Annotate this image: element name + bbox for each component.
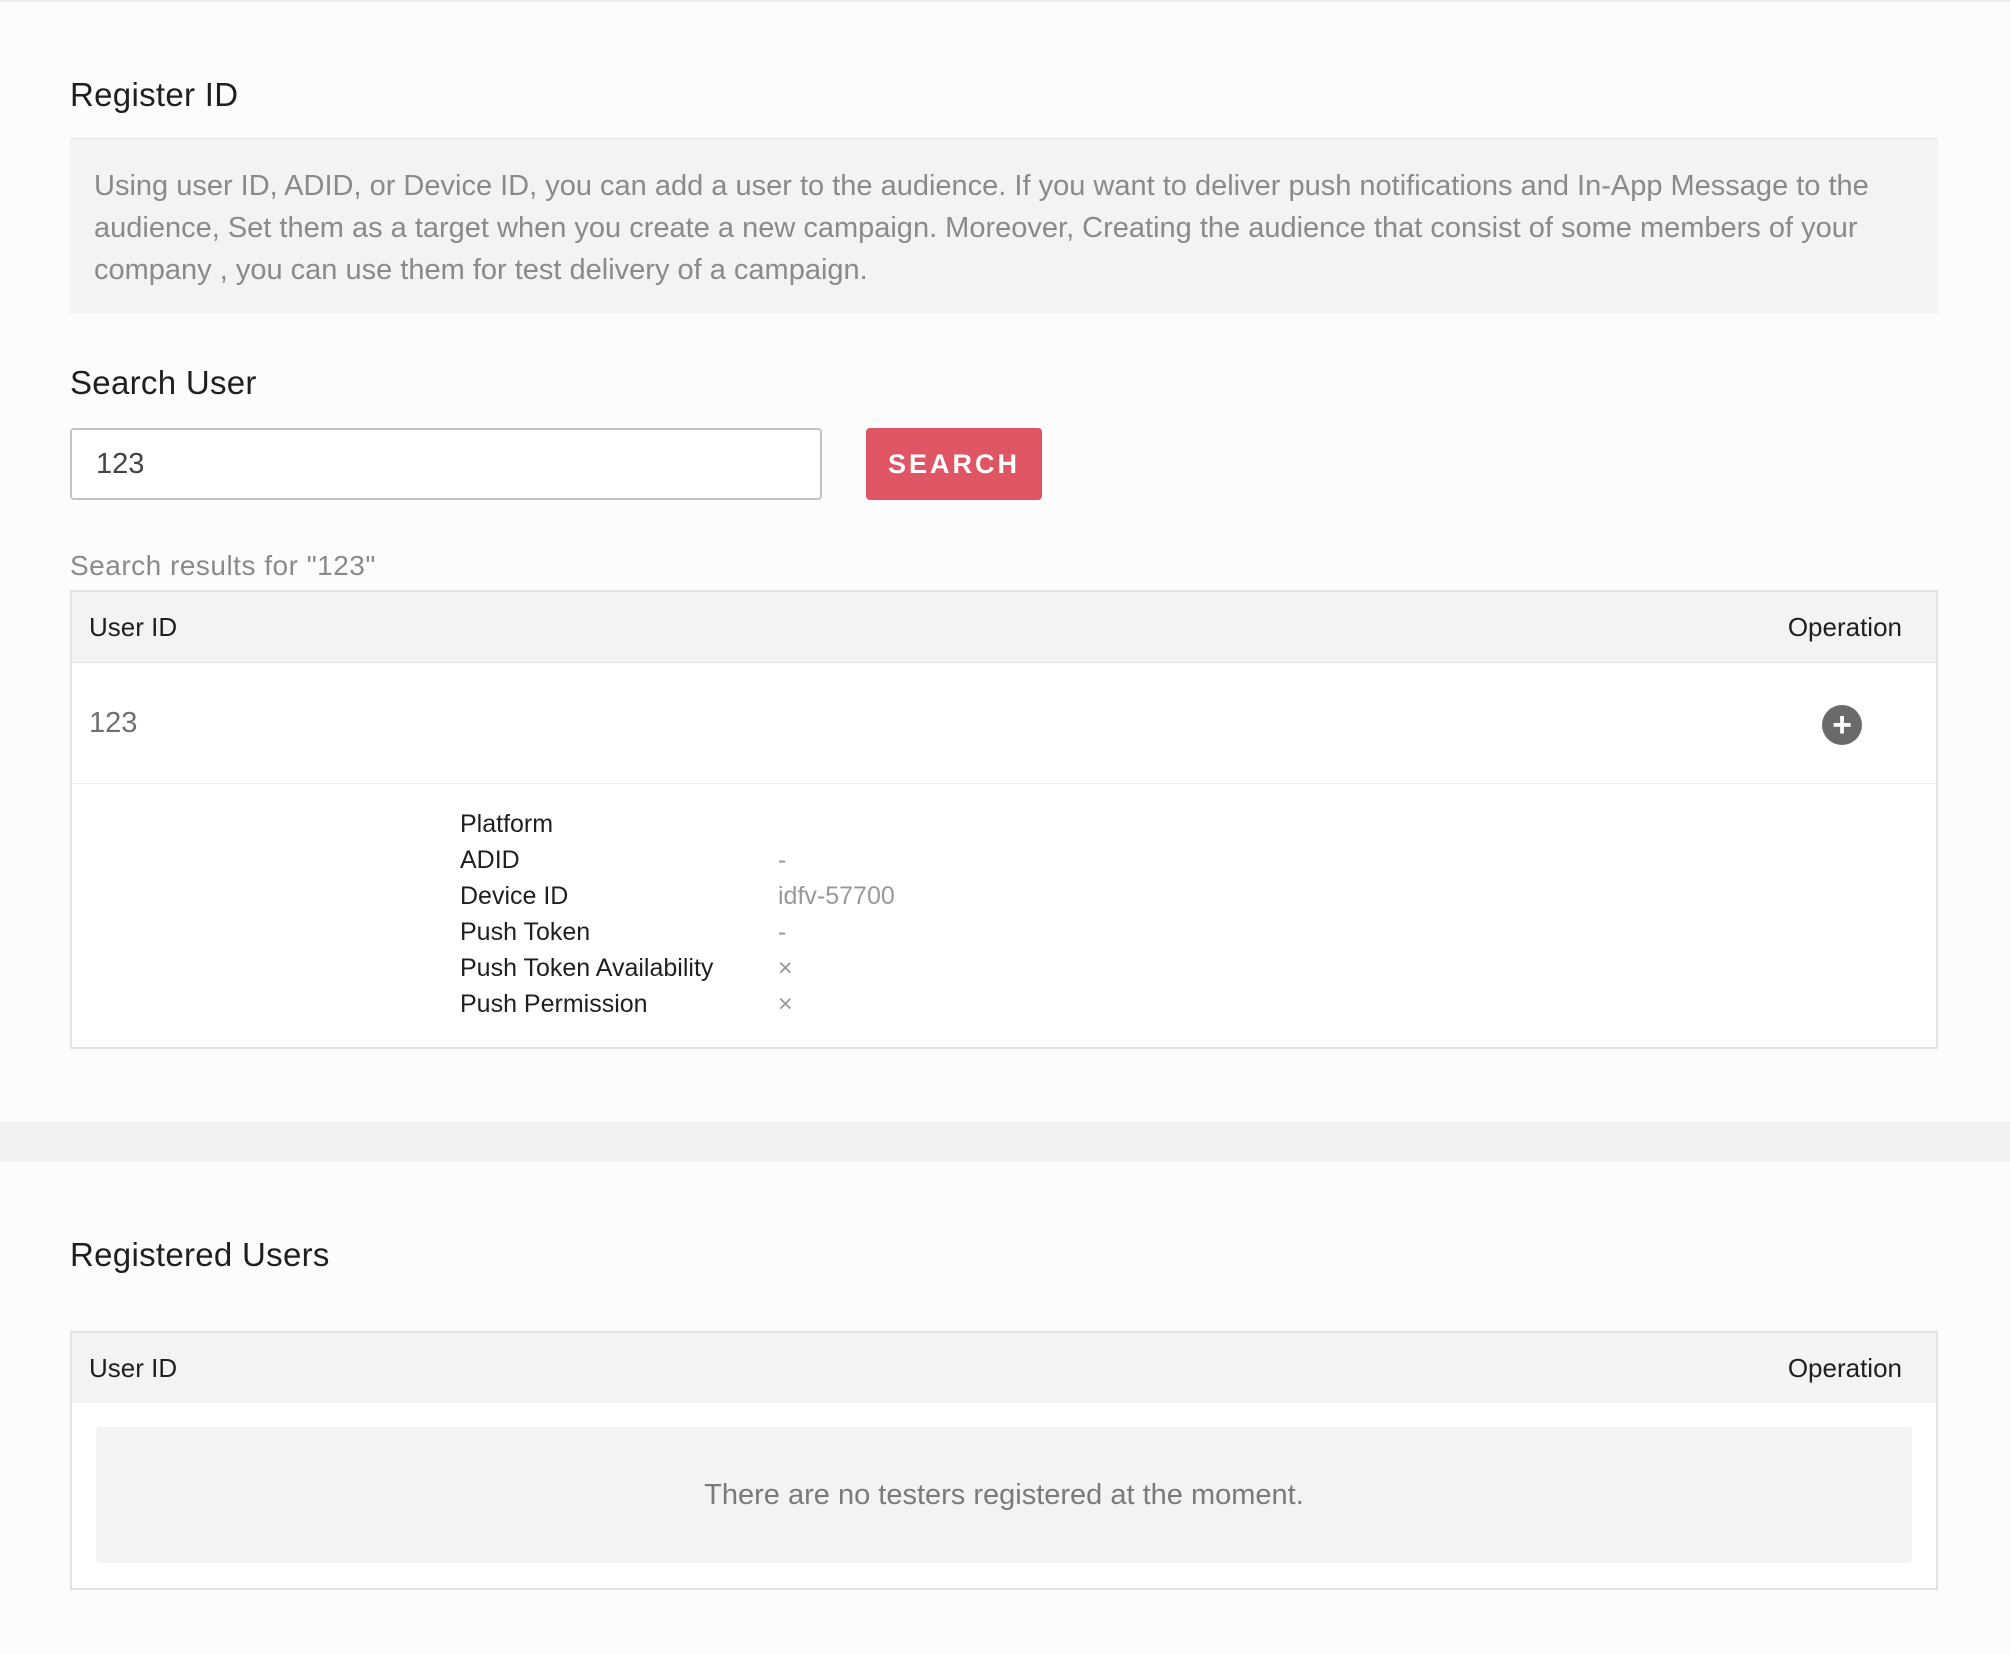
search-button[interactable]: SEARCH xyxy=(866,428,1042,500)
search-user-title: Search User xyxy=(70,364,257,401)
detail-label: Push Permission xyxy=(460,990,648,1018)
column-header-operation: Operation xyxy=(1787,612,1902,642)
column-header-user-id: User ID xyxy=(89,1353,178,1383)
detail-label: Device ID xyxy=(460,882,569,910)
search-results-caption: Search results for "123" xyxy=(70,550,376,581)
search-results-table: User ID Operation 123 + Platform ADID - … xyxy=(70,590,1938,1049)
column-header-operation: Operation xyxy=(1787,1353,1902,1383)
detail-row-device-id: Device ID idfv-57700 xyxy=(460,878,1260,914)
detail-row-platform: Platform xyxy=(460,806,1260,842)
user-id-cell: 123 xyxy=(89,707,138,739)
add-user-button[interactable]: + xyxy=(1822,705,1862,745)
detail-row-push-permission: Push Permission × xyxy=(460,986,1260,1022)
detail-value: idfv-57700 xyxy=(778,882,895,910)
table-header: User ID Operation xyxy=(72,1333,1936,1403)
detail-value: × xyxy=(778,990,793,1018)
user-details: Platform ADID - Device ID idfv-57700 Pus… xyxy=(72,784,1936,1046)
detail-row-adid: ADID - xyxy=(460,842,1260,878)
detail-label: Push Token xyxy=(460,918,591,946)
detail-value: - xyxy=(778,918,787,946)
plus-circle-icon: + xyxy=(1832,706,1852,744)
detail-value: × xyxy=(778,954,793,982)
column-header-user-id: User ID xyxy=(89,612,178,642)
detail-label: Platform xyxy=(460,810,554,838)
registered-users-table: User ID Operation There are no testers r… xyxy=(70,1331,1938,1590)
detail-value: - xyxy=(778,846,787,874)
registered-users-title: Registered Users xyxy=(70,1236,330,1273)
detail-label: Push Token Availability xyxy=(460,954,714,982)
detail-row-push-token: Push Token - xyxy=(460,914,1260,950)
register-description: Using user ID, ADID, or Device ID, you c… xyxy=(70,138,1938,313)
table-header: User ID Operation xyxy=(72,592,1936,663)
detail-label: ADID xyxy=(460,846,520,874)
search-input[interactable] xyxy=(70,428,822,500)
table-row: 123 + xyxy=(72,663,1936,784)
section-divider xyxy=(0,1122,2010,1162)
register-id-title: Register ID xyxy=(70,76,239,113)
detail-row-push-token-availability: Push Token Availability × xyxy=(460,950,1260,986)
empty-state-message: There are no testers registered at the m… xyxy=(96,1427,1912,1563)
top-divider xyxy=(0,0,2010,2)
